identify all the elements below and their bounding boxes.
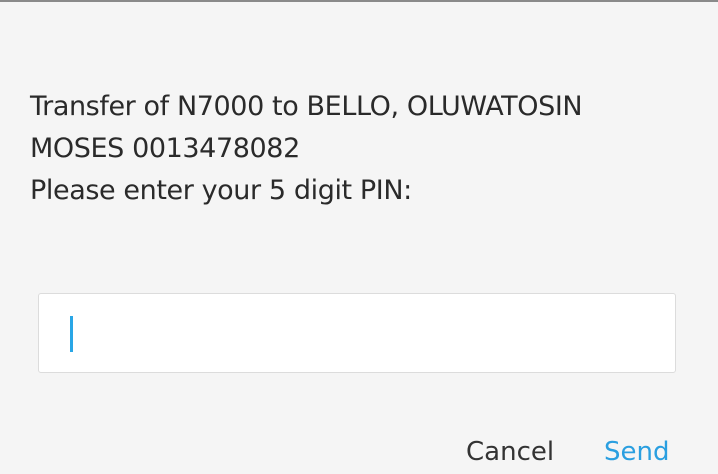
message-line-2: MOSES 0013478082: [30, 133, 300, 164]
text-caret: [70, 316, 73, 352]
transfer-message: Transfer of N7000 to BELLO, OLUWATOSIN M…: [30, 86, 690, 212]
pin-field-container[interactable]: [38, 293, 676, 373]
message-line-3: Please enter your 5 digit PIN:: [30, 175, 412, 206]
send-button[interactable]: Send: [600, 432, 673, 472]
cancel-button[interactable]: Cancel: [462, 432, 558, 472]
pin-dialog: Transfer of N7000 to BELLO, OLUWATOSIN M…: [0, 2, 718, 474]
message-line-1: Transfer of N7000 to BELLO, OLUWATOSIN: [30, 91, 583, 122]
pin-input[interactable]: [39, 294, 675, 372]
